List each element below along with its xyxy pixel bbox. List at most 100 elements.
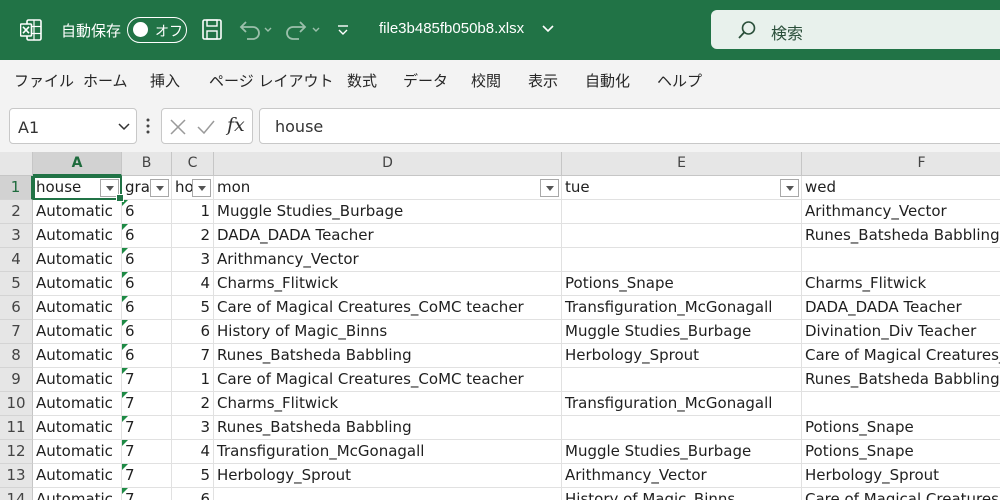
table-cell[interactable]: Automatic	[33, 200, 122, 224]
save-icon[interactable]	[201, 17, 223, 43]
table-cell[interactable]	[562, 200, 802, 224]
table-cell[interactable]: 7	[122, 392, 172, 416]
table-cell[interactable]: Herbology_Sprout	[802, 464, 1000, 488]
table-cell[interactable]: Runes_Batsheda Babbling	[214, 344, 562, 368]
table-cell[interactable]: Divination_Div Teacher	[802, 320, 1000, 344]
table-cell[interactable]: 6	[122, 296, 172, 320]
table-cell[interactable]: History of Magic_Binns	[562, 488, 802, 500]
table-cell[interactable]: Automatic	[33, 296, 122, 320]
table-cell[interactable]	[802, 392, 1000, 416]
table-cell[interactable]	[562, 224, 802, 248]
filter-dropdown-button[interactable]	[780, 179, 799, 197]
table-cell[interactable]: Muggle Studies_Burbage	[214, 200, 562, 224]
table-cell[interactable]: Automatic	[33, 368, 122, 392]
table-cell[interactable]: Automatic	[33, 440, 122, 464]
row-header[interactable]: 12	[0, 440, 33, 464]
menu-file[interactable]: ファイル	[14, 70, 74, 91]
undo-icon[interactable]	[237, 17, 275, 43]
table-cell[interactable]: 6	[172, 320, 214, 344]
menu-data[interactable]: データ	[403, 70, 448, 91]
menu-automate[interactable]: 自動化	[585, 70, 630, 91]
column-header-f[interactable]: F	[802, 152, 1000, 176]
select-all-button[interactable]	[0, 152, 33, 176]
chevron-down-icon[interactable]	[118, 122, 130, 132]
menu-help[interactable]: ヘルプ	[657, 70, 702, 91]
table-cell[interactable]: 3	[172, 416, 214, 440]
table-cell[interactable]: 7	[172, 344, 214, 368]
table-cell[interactable]: Charms_Flitwick	[802, 272, 1000, 296]
table-cell[interactable]: 5	[172, 464, 214, 488]
row-header[interactable]: 4	[0, 248, 33, 272]
filter-dropdown-button[interactable]	[150, 179, 169, 197]
filter-dropdown-button[interactable]	[540, 179, 559, 197]
table-cell[interactable]: 7	[122, 416, 172, 440]
row-header[interactable]: 14	[0, 488, 33, 500]
table-cell[interactable]: Automatic	[33, 344, 122, 368]
formula-input[interactable]: house	[259, 108, 1000, 144]
table-cell[interactable]: Automatic	[33, 272, 122, 296]
table-cell[interactable]: Care of Magical Creatures_CoMC teacher	[802, 488, 1000, 500]
table-cell[interactable]: Arithmancy_Vector	[214, 248, 562, 272]
row-header[interactable]: 2	[0, 200, 33, 224]
table-cell[interactable]	[802, 248, 1000, 272]
table-cell[interactable]: Charms_Flitwick	[214, 392, 562, 416]
table-cell[interactable]: 5	[172, 296, 214, 320]
table-cell[interactable]: 7	[122, 488, 172, 500]
table-cell[interactable]: DADA_DADA Teacher	[214, 224, 562, 248]
row-header[interactable]: 3	[0, 224, 33, 248]
table-cell[interactable]: Transfiguration_McGonagall	[562, 392, 802, 416]
row-header[interactable]: 11	[0, 416, 33, 440]
table-cell[interactable]: Herbology_Sprout	[214, 464, 562, 488]
column-header-b[interactable]: B	[122, 152, 172, 176]
table-cell[interactable]: Arithmancy_Vector	[802, 200, 1000, 224]
table-cell[interactable]	[562, 248, 802, 272]
table-cell[interactable]: Care of Magical Creatures_CoMC teacher	[214, 368, 562, 392]
filter-dropdown-button[interactable]	[100, 179, 119, 197]
table-cell[interactable]: 6	[172, 488, 214, 500]
column-header-e[interactable]: E	[562, 152, 802, 176]
table-cell[interactable]: 6	[122, 272, 172, 296]
table-cell[interactable]: 6	[122, 224, 172, 248]
header-cell[interactable]: mon	[214, 176, 562, 200]
table-cell[interactable]: Automatic	[33, 416, 122, 440]
table-cell[interactable]: Arithmancy_Vector	[562, 464, 802, 488]
table-cell[interactable]: Muggle Studies_Burbage	[562, 320, 802, 344]
table-cell[interactable]: Potions_Snape	[562, 272, 802, 296]
row-header[interactable]: 5	[0, 272, 33, 296]
row-header[interactable]: 9	[0, 368, 33, 392]
menu-insert[interactable]: 挿入	[150, 70, 180, 91]
enter-icon[interactable]	[196, 118, 216, 136]
table-cell[interactable]: Automatic	[33, 248, 122, 272]
table-cell[interactable]: Automatic	[33, 488, 122, 500]
menu-review[interactable]: 校閲	[471, 70, 501, 91]
table-cell[interactable]: Care of Magical Creatures_CoMC teacher	[214, 296, 562, 320]
table-cell[interactable]: 1	[172, 368, 214, 392]
table-cell[interactable]: 6	[122, 344, 172, 368]
table-cell[interactable]: Transfiguration_McGonagall	[562, 296, 802, 320]
table-cell[interactable]: Automatic	[33, 224, 122, 248]
table-cell[interactable]: Automatic	[33, 392, 122, 416]
column-header-d[interactable]: D	[214, 152, 562, 176]
cancel-icon[interactable]	[169, 118, 187, 136]
table-cell[interactable]: 4	[172, 440, 214, 464]
table-cell[interactable]: 7	[122, 440, 172, 464]
name-box[interactable]: A1	[9, 108, 137, 144]
table-cell[interactable]: Charms_Flitwick	[214, 272, 562, 296]
table-cell[interactable]: DADA_DADA Teacher	[802, 296, 1000, 320]
header-cell[interactable]: wed	[802, 176, 1000, 200]
table-cell[interactable]	[214, 488, 562, 500]
table-cell[interactable]: Care of Magical Creatures_CoMC teacher	[802, 344, 1000, 368]
header-cell[interactable]: tue	[562, 176, 802, 200]
row-header[interactable]: 13	[0, 464, 33, 488]
table-cell[interactable]: 2	[172, 392, 214, 416]
table-cell[interactable]: Automatic	[33, 320, 122, 344]
customize-toolbar-icon[interactable]	[336, 17, 350, 43]
filter-dropdown-button[interactable]	[192, 179, 211, 197]
table-cell[interactable]	[562, 416, 802, 440]
chevron-down-icon[interactable]	[541, 22, 555, 36]
table-cell[interactable]: Runes_Batsheda Babbling	[214, 416, 562, 440]
table-cell[interactable]: 3	[172, 248, 214, 272]
row-header[interactable]: 6	[0, 296, 33, 320]
menu-page-layout[interactable]: ページ レイアウト	[209, 70, 333, 91]
table-cell[interactable]: 6	[122, 320, 172, 344]
